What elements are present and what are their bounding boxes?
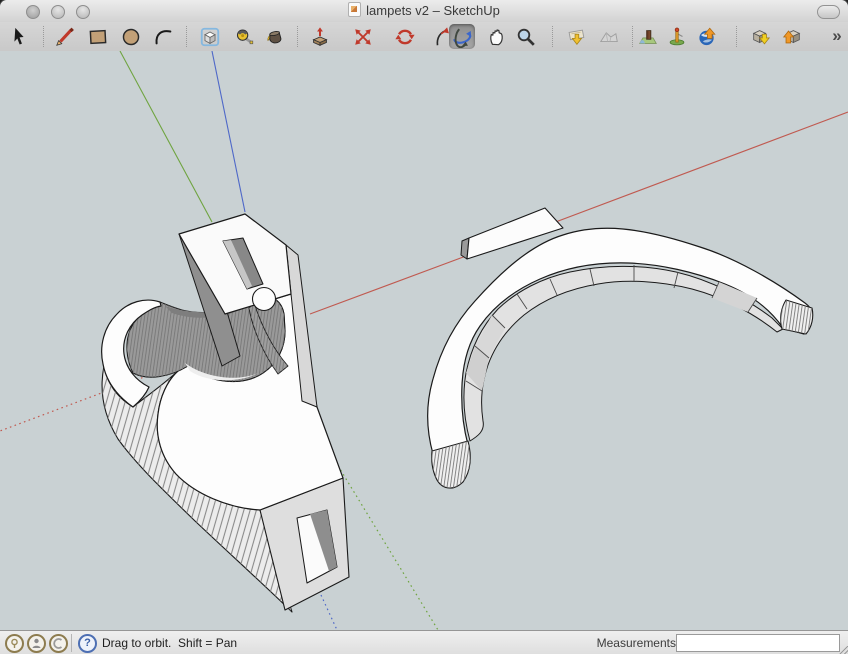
blue-axis bbox=[212, 51, 245, 212]
statusbar-hint: Drag to orbit. Shift = Pan bbox=[102, 636, 237, 650]
toolbar-separator bbox=[297, 26, 298, 47]
red-axis bbox=[537, 112, 848, 229]
make-component-tool-icon[interactable] bbox=[197, 24, 223, 49]
arc-tool-icon[interactable] bbox=[150, 24, 176, 49]
circle-tool-icon[interactable] bbox=[118, 24, 144, 49]
sign-in-icon[interactable] bbox=[49, 634, 68, 653]
credit-person-icon[interactable] bbox=[27, 634, 46, 653]
photo-textures-tool-icon[interactable] bbox=[635, 24, 661, 49]
document-icon bbox=[348, 2, 361, 17]
clip-curl bbox=[253, 288, 276, 311]
toolbar-separator bbox=[736, 26, 737, 47]
title-bar: lampets v2 – SketchUp bbox=[0, 0, 848, 23]
statusbar-separator bbox=[71, 634, 72, 652]
blue-axis-negative bbox=[321, 595, 337, 630]
model-lamp-clip-body[interactable] bbox=[102, 214, 349, 612]
get-models-tool-icon[interactable] bbox=[748, 24, 774, 49]
google-earth-tool-icon[interactable] bbox=[694, 24, 720, 49]
toolbar: » bbox=[0, 22, 848, 52]
toolbar-separator bbox=[186, 26, 187, 47]
paint-bucket-tool-icon[interactable] bbox=[261, 24, 287, 49]
scene-canvas bbox=[0, 51, 848, 630]
share-model-tool-icon[interactable] bbox=[779, 24, 805, 49]
tape-measure-tool-icon[interactable] bbox=[231, 24, 257, 49]
get-current-view-tool-icon[interactable] bbox=[563, 24, 589, 49]
model-lamp-clip-arm[interactable] bbox=[428, 208, 813, 488]
push-pull-tool-icon[interactable] bbox=[307, 24, 333, 49]
zoom-tool-icon[interactable] bbox=[513, 24, 539, 49]
rotate-tool-icon[interactable] bbox=[392, 24, 418, 49]
toolbar-separator bbox=[43, 26, 44, 47]
pan-tool-icon[interactable] bbox=[484, 24, 510, 49]
modeling-viewport[interactable] bbox=[0, 51, 848, 630]
help-icon[interactable]: ? bbox=[78, 634, 97, 653]
window-title-wrap: lampets v2 – SketchUp bbox=[0, 0, 848, 22]
geolocation-icon[interactable] bbox=[5, 634, 24, 653]
green-axis bbox=[120, 51, 212, 222]
move-tool-icon[interactable] bbox=[350, 24, 376, 49]
toolbar-overflow-chevron[interactable]: » bbox=[826, 24, 848, 49]
red-axis bbox=[310, 256, 466, 314]
toggle-terrain-tool-icon[interactable] bbox=[596, 24, 622, 49]
window-title: lampets v2 – SketchUp bbox=[366, 3, 500, 18]
orbit-tool-icon[interactable] bbox=[449, 24, 475, 49]
toolbar-separator bbox=[552, 26, 553, 47]
add-location-tool-icon[interactable] bbox=[664, 24, 690, 49]
select-tool-icon[interactable] bbox=[6, 24, 32, 49]
sketchup-window: lampets v2 – SketchUp bbox=[0, 0, 848, 654]
measurements-input[interactable] bbox=[676, 634, 840, 652]
toolbar-separator bbox=[632, 26, 633, 47]
measurements-label: Measurements bbox=[597, 636, 676, 650]
resize-grip[interactable] bbox=[839, 646, 848, 654]
status-bar: ? Drag to orbit. Shift = Pan Measurement… bbox=[0, 630, 848, 654]
rectangle-tool-icon[interactable] bbox=[85, 24, 111, 49]
toolbar-toggle-pill[interactable] bbox=[817, 5, 840, 19]
line-tool-icon[interactable] bbox=[52, 24, 78, 49]
